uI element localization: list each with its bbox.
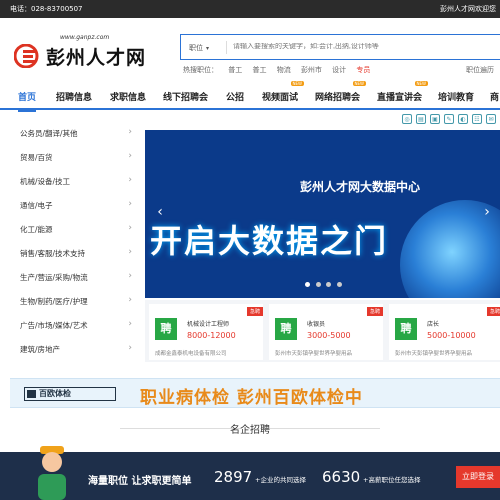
company-name: 成都金鑫泰机电设备有限公司 — [155, 351, 227, 357]
site-logo[interactable]: www.ganpz.com 彭州人才网 — [14, 32, 149, 72]
category-item[interactable]: 生物/制药/医疗/护理 — [20, 295, 134, 307]
hot-keyword[interactable]: 普工 — [228, 66, 242, 74]
main-nav: 首页 招聘信息 求职信息 线下招聘会 公招 视频面试 NEW 网络招聘会 NEW… — [0, 81, 500, 112]
category-menu: 公务员/翻译/其他 贸易/百货 机械/设备/技工 通信/电子 化工/能源 销售/… — [10, 120, 134, 370]
prev-arrow-icon[interactable]: ‹ — [153, 204, 167, 224]
category-item[interactable]: 化工/能源 — [20, 223, 134, 235]
job-card[interactable]: 急聘 聘 收银员 3000-5000 彭州市天彭镇孕婴世界孕婴用品 — [269, 304, 383, 360]
nav-video-interview[interactable]: 视频面试 NEW — [262, 81, 305, 103]
category-item[interactable]: 通信/电子 — [20, 199, 134, 211]
nav-live-talk[interactable]: 直播宣讲会 NEW — [377, 81, 429, 103]
next-arrow-icon[interactable]: › — [480, 204, 494, 224]
job-title: 收银员 — [307, 321, 326, 328]
top-bar: 电话：028-83700507 彭州人才网欢迎您 — [0, 0, 500, 18]
carousel-dot[interactable] — [315, 282, 321, 287]
nav-job-fair[interactable]: 线下招聘会 — [163, 90, 208, 103]
location-link[interactable]: 职位遍历 — [466, 65, 494, 75]
company-name: 彭州市天彭镇孕婴世界孕婴用品 — [275, 351, 353, 357]
welcome-text: 彭州人才网欢迎您 — [440, 5, 496, 13]
phone-text: 电话：028-83700507 — [10, 5, 83, 13]
carousel-dot[interactable] — [326, 282, 332, 287]
tool-icons: ◎ ▤ ▣ ✎ ◐ ☷ ✉ — [400, 113, 500, 127]
carousel-dots — [305, 280, 345, 288]
logo-mark-icon — [14, 44, 39, 68]
company-name: 彭州市天彭镇孕婴世界孕婴用品 — [395, 351, 473, 357]
new-badge: NEW — [290, 81, 305, 86]
banner-headline: 开启大数据之门 — [150, 222, 389, 260]
header: www.ganpz.com 彭州人才网 职位 热搜职位： 普工 普工 物流 彭州… — [0, 18, 500, 82]
company-count-label: +企业的共同选择 — [255, 476, 306, 484]
section-title: 名企招聘 — [230, 425, 270, 436]
tool-icon[interactable]: ☷ — [472, 114, 482, 124]
hire-icon: 聘 — [395, 318, 417, 340]
hot-keywords: 热搜职位： 普工 普工 物流 彭州市 设计 专员 — [183, 65, 378, 75]
hot-keyword[interactable]: 物流 — [277, 66, 291, 74]
job-salary: 8000-12000 — [187, 331, 236, 340]
nav-home[interactable]: 首页 — [18, 90, 37, 112]
job-card[interactable]: 急聘 聘 店长 5000-10000 彭州市天彭镇孕婴世界孕婴用品 — [389, 304, 500, 360]
logo-name: 彭州人才网 — [46, 47, 147, 69]
login-promo-bar: 海量职位 让求职更简单 2897 +企业的共同选择 6630 +高薪职位任您选择… — [0, 446, 500, 500]
nav-more[interactable]: 商 — [490, 90, 499, 103]
section-header: 名企招聘 — [0, 418, 500, 438]
carousel-dot[interactable] — [305, 282, 310, 287]
hot-keyword[interactable]: 设计 — [332, 66, 346, 74]
nav-label: 直播宣讲会 — [377, 93, 423, 103]
job-title: 机械设计工程师 — [187, 321, 230, 328]
hot-keyword[interactable]: 专员 — [356, 66, 370, 74]
nav-jobs[interactable]: 招聘信息 — [56, 90, 92, 103]
logo-url: www.ganpz.com — [60, 34, 110, 41]
nav-resumes[interactable]: 求职信息 — [110, 90, 146, 103]
hot-keyword[interactable]: 彭州市 — [301, 66, 322, 74]
person-illustration-icon — [38, 446, 66, 500]
tool-icon[interactable]: ✉ — [486, 114, 496, 124]
category-item[interactable]: 机械/设备/技工 — [20, 175, 134, 187]
job-card[interactable]: 急聘 聘 机械设计工程师 8000-12000 成都金鑫泰机电设备有限公司 — [149, 304, 263, 360]
hot-label: 热搜职位： — [183, 66, 218, 74]
category-item[interactable]: 公务员/翻译/其他 — [20, 127, 134, 139]
urgent-tag: 急聘 — [486, 307, 500, 316]
nav-online-fair[interactable]: 网络招聘会 NEW — [315, 81, 367, 103]
tool-icon[interactable]: ✎ — [444, 114, 454, 124]
job-count-label: +高薪职位任您选择 — [363, 476, 421, 484]
nav-training[interactable]: 培训教育 — [438, 90, 474, 103]
company-count: 2897 — [214, 468, 253, 486]
nav-label: 视频面试 — [262, 93, 299, 103]
tool-icon[interactable]: ▤ — [416, 114, 426, 124]
urgent-tag: 急聘 — [246, 307, 263, 316]
ad-text: 职业病体检 彭州百欧体检中 — [140, 388, 363, 408]
job-salary: 3000-5000 — [307, 331, 351, 340]
job-count: 6630 — [322, 468, 361, 486]
tool-icon[interactable]: ◐ — [458, 114, 468, 124]
search-divider — [226, 41, 227, 54]
tool-icon[interactable]: ▣ — [430, 114, 440, 124]
nav-label: 网络招聘会 — [315, 93, 361, 103]
ad-logo: 百欧体检 — [24, 387, 116, 401]
category-item[interactable]: 贸易/百货 — [20, 151, 134, 163]
ad-banner[interactable]: 百欧体检 职业病体检 彭州百欧体检中 — [10, 378, 500, 408]
hire-icon: 聘 — [275, 318, 297, 340]
carousel-dot[interactable] — [336, 282, 342, 287]
category-item[interactable]: 广告/市场/媒体/艺术 — [20, 319, 134, 331]
hire-icon: 聘 — [155, 318, 177, 340]
tool-icon[interactable]: ◎ — [402, 114, 412, 124]
urgent-jobs: 急聘 聘 机械设计工程师 8000-12000 成都金鑫泰机电设备有限公司 急聘… — [145, 300, 500, 362]
job-title: 店长 — [427, 321, 440, 328]
category-item[interactable]: 建筑/房地产 — [20, 343, 134, 355]
category-item[interactable]: 生产/营运/采购/物流 — [20, 271, 134, 283]
new-badge: NEW — [414, 81, 429, 86]
job-salary: 5000-10000 — [427, 331, 476, 340]
category-item[interactable]: 销售/客服/技术支持 — [20, 247, 134, 259]
new-badge: NEW — [352, 81, 367, 86]
nav-public-recruit[interactable]: 公招 — [226, 90, 244, 103]
search-box: 职位 — [180, 34, 500, 60]
login-button[interactable]: 立即登录 — [456, 466, 500, 488]
banner-subtitle: 彭州人才网大数据中心 — [300, 180, 421, 194]
search-input[interactable] — [233, 43, 433, 50]
hot-keyword[interactable]: 普工 — [252, 66, 266, 74]
promo-slogan: 海量职位 让求职更简单 — [88, 476, 192, 487]
hero-banner[interactable]: 彭州人才网大数据中心 开启大数据之门 ‹ › — [145, 130, 500, 298]
search-type-select[interactable]: 职位 — [189, 43, 209, 53]
urgent-tag: 急聘 — [366, 307, 383, 316]
